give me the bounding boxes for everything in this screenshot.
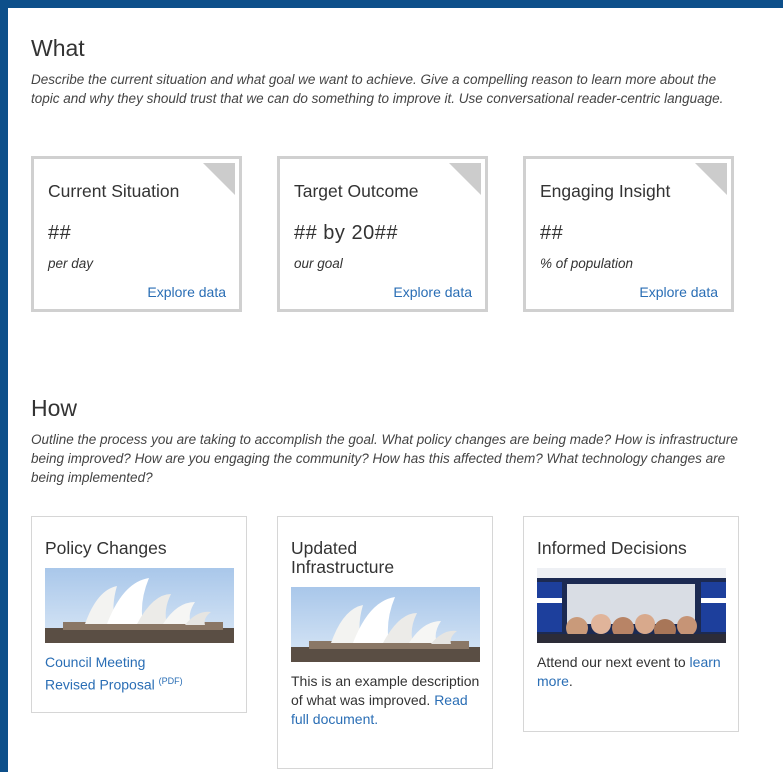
kpi-title: Target Outcome bbox=[294, 181, 419, 201]
card-description: Attend our next event to learn more. bbox=[537, 653, 727, 691]
card-title: Policy Changes bbox=[45, 538, 167, 558]
opera-house-image bbox=[291, 587, 480, 662]
kpi-card-target-outcome: Target Outcome ## by 20## our goal Explo… bbox=[277, 156, 488, 312]
kpi-title: Current Situation bbox=[48, 181, 180, 201]
what-description: Describe the current situation and what … bbox=[31, 72, 724, 106]
how-title: How bbox=[31, 395, 78, 421]
kpi-title: Engaging Insight bbox=[540, 181, 671, 201]
how-description: Outline the process you are taking to ac… bbox=[31, 432, 738, 485]
opera-house-image bbox=[45, 568, 234, 643]
card-links: Council Meeting Revised Proposal (PDF) bbox=[45, 653, 235, 695]
kpi-subtitle: % of population bbox=[540, 256, 634, 271]
kpi-value: ## bbox=[48, 222, 72, 244]
card-policy-changes: Policy Changes Council Meeting Revised P… bbox=[31, 516, 247, 713]
card-title: Informed Decisions bbox=[537, 538, 687, 558]
revised-proposal-link[interactable]: Revised Proposal bbox=[45, 677, 155, 693]
explore-data-link[interactable]: Explore data bbox=[393, 284, 472, 300]
link-period: . bbox=[374, 711, 379, 727]
corner-fold-icon bbox=[449, 163, 481, 195]
link-period: . bbox=[568, 673, 573, 689]
community-event-image bbox=[537, 568, 726, 643]
description-text: Attend our next event to bbox=[537, 654, 686, 670]
kpi-value: ## bbox=[540, 222, 564, 244]
card-updated-infrastructure: Updated Infrastructure This is an exampl… bbox=[277, 516, 493, 769]
pdf-label: (PDF) bbox=[158, 676, 183, 686]
content-panel: What Describe the current situation and … bbox=[8, 8, 783, 772]
card-title: Updated Infrastructure bbox=[291, 538, 395, 577]
kpi-card-engaging-insight: Engaging Insight ## % of population Expl… bbox=[523, 156, 734, 312]
kpi-subtitle: per day bbox=[48, 256, 94, 271]
explore-data-link[interactable]: Explore data bbox=[639, 284, 718, 300]
council-meeting-link[interactable]: Council Meeting bbox=[45, 654, 145, 670]
card-description: This is an example description of what w… bbox=[291, 672, 481, 729]
corner-fold-icon bbox=[203, 163, 235, 195]
kpi-value: ## by 20## bbox=[294, 222, 398, 244]
explore-data-link[interactable]: Explore data bbox=[147, 284, 226, 300]
kpi-card-current-situation: Current Situation ## per day Explore dat… bbox=[31, 156, 242, 312]
what-title: What bbox=[31, 35, 85, 61]
kpi-subtitle: our goal bbox=[294, 256, 343, 271]
card-informed-decisions: Informed Decisions Attend our next event… bbox=[523, 516, 739, 732]
corner-fold-icon bbox=[695, 163, 727, 195]
